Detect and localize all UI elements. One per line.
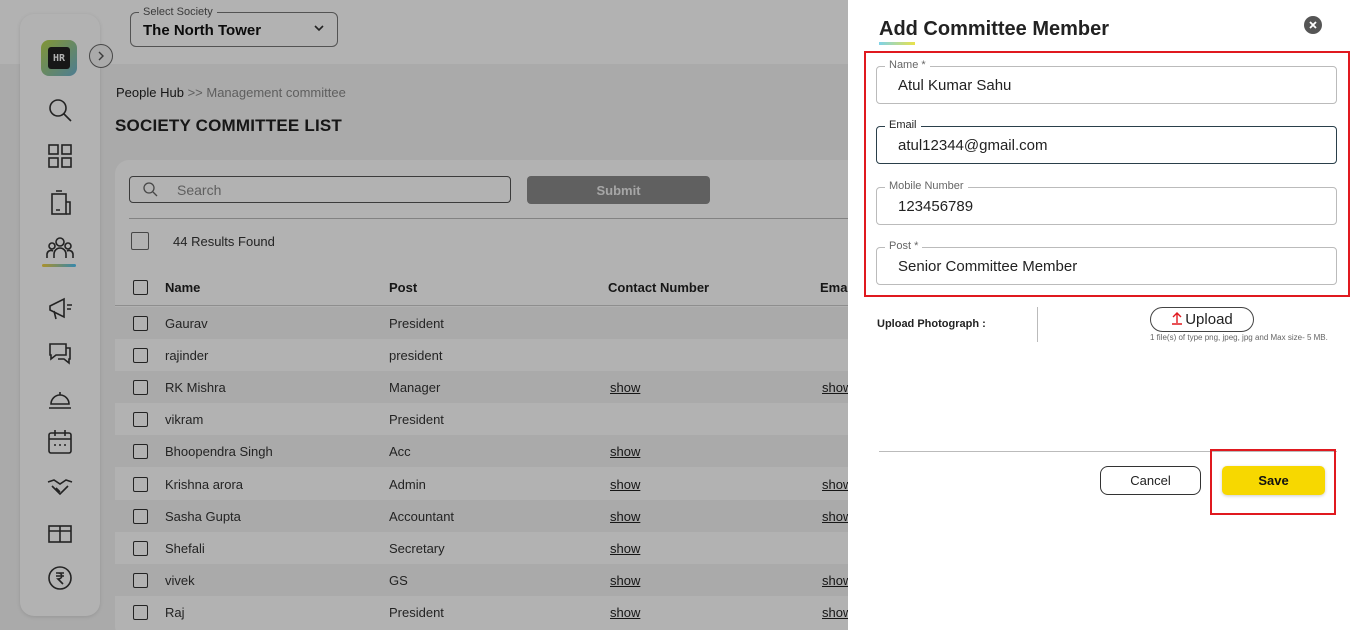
title-underline xyxy=(879,42,915,45)
modal-overlay[interactable] xyxy=(0,0,848,630)
email-field-label: Email xyxy=(885,119,921,131)
upload-photograph-label: Upload Photograph : xyxy=(877,318,986,330)
mobile-number-field-label: Mobile Number xyxy=(885,180,968,192)
upload-arrow-icon xyxy=(1171,311,1183,328)
cancel-button[interactable]: Cancel xyxy=(1100,466,1201,495)
post-field-value: Senior Committee Member xyxy=(898,258,1078,275)
mobile-number-field[interactable]: Mobile Number 123456789 xyxy=(876,180,1337,225)
drawer-title: Add Committee Member xyxy=(879,18,1110,40)
name-field[interactable]: Name * Atul Kumar Sahu xyxy=(876,59,1337,104)
name-field-label: Name * xyxy=(885,59,930,71)
upload-button[interactable]: Upload xyxy=(1150,307,1254,332)
post-field[interactable]: Post * Senior Committee Member xyxy=(876,240,1337,285)
upload-divider xyxy=(1037,307,1038,342)
close-icon[interactable] xyxy=(1304,16,1322,34)
email-field[interactable]: Email atul12344@gmail.com xyxy=(876,119,1337,164)
save-button[interactable]: Save xyxy=(1222,466,1325,495)
mobile-number-field-value: 123456789 xyxy=(898,198,974,215)
email-field-value: atul12344@gmail.com xyxy=(898,137,1048,154)
add-committee-member-drawer: Add Committee Member Name * Atul Kumar S… xyxy=(848,0,1366,630)
upload-button-label: Upload xyxy=(1185,311,1233,328)
post-field-label: Post * xyxy=(885,240,923,252)
name-field-value: Atul Kumar Sahu xyxy=(898,77,1012,94)
upload-note: 1 file(s) of type png, jpeg, jpg and Max… xyxy=(1150,333,1328,342)
